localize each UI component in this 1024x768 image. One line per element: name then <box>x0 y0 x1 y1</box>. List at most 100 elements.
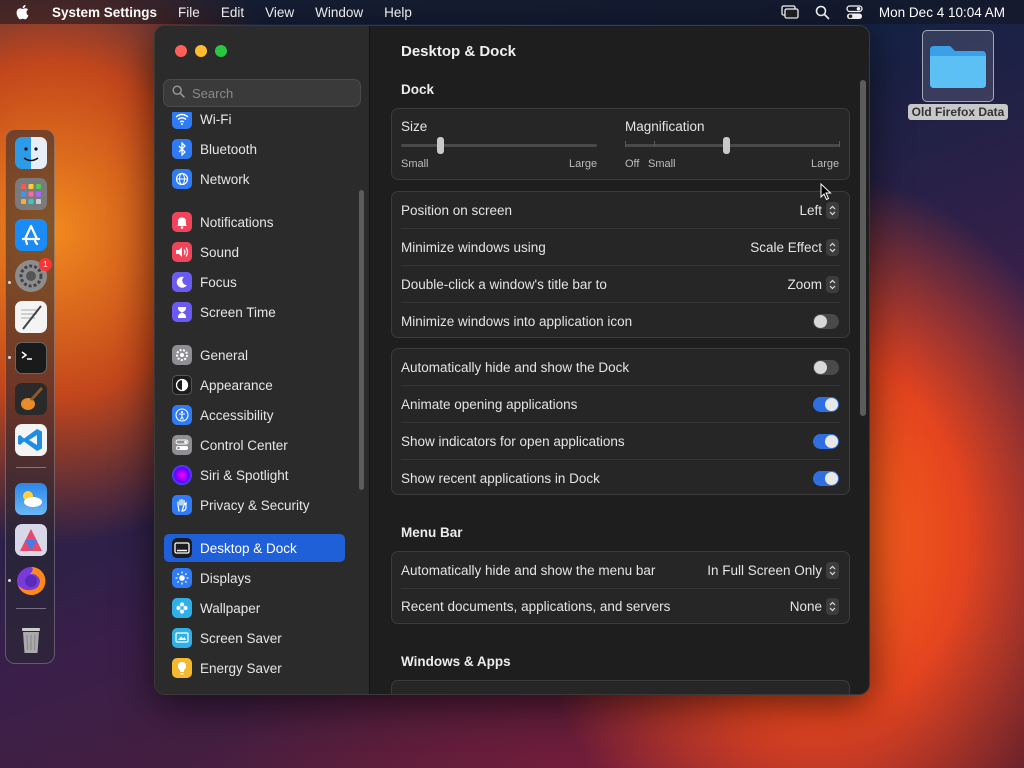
sidebar-item-privacy-security[interactable]: Privacy & Security <box>164 491 345 519</box>
bluetooth-icon <box>172 139 192 159</box>
menu-bar: System Settings File Edit View Window He… <box>0 0 1024 24</box>
select-value: None <box>789 599 822 614</box>
sidebar-item-label: Network <box>200 171 250 187</box>
row-show-recent-apps: Show recent applications in Dock <box>392 460 849 497</box>
chevron-updown-icon <box>826 562 839 579</box>
show-recent-apps-toggle[interactable] <box>813 471 839 486</box>
moon-icon <box>172 272 192 292</box>
zoom-button[interactable] <box>215 45 227 57</box>
sidebar-item-focus[interactable]: Focus <box>164 268 345 296</box>
sidebar-item-energy-saver[interactable]: Energy Saver <box>164 654 345 682</box>
menu-view[interactable]: View <box>265 5 294 20</box>
sidebar-item-wifi[interactable]: Wi-Fi <box>164 112 345 133</box>
textedit-icon[interactable] <box>15 301 47 333</box>
menu-edit[interactable]: Edit <box>221 5 244 20</box>
sidebar-item-accessibility[interactable]: Accessibility <box>164 401 345 429</box>
select-value: Left <box>799 203 822 218</box>
windows-apps-panel <box>391 680 850 694</box>
sidebar-item-screen-time[interactable]: Screen Time <box>164 298 345 326</box>
menu-file[interactable]: File <box>178 5 200 20</box>
minimize-effect-select[interactable]: Scale Effect <box>750 239 839 256</box>
desktop-folder[interactable]: Old Firefox Data <box>906 30 1010 121</box>
row-minimize-using: Minimize windows using Scale Effect <box>392 229 849 266</box>
sidebar-item-desktop-dock[interactable]: Desktop & Dock <box>164 534 345 562</box>
control-center-icon[interactable] <box>846 4 863 20</box>
sidebar-item-sound[interactable]: Sound <box>164 238 345 266</box>
trash-icon[interactable] <box>15 624 47 656</box>
show-indicators-toggle[interactable] <box>813 434 839 449</box>
spotlight-search-icon[interactable] <box>815 5 830 20</box>
row-label: Show recent applications in Dock <box>401 471 600 486</box>
search-field[interactable] <box>163 79 361 107</box>
sidebar-item-label: Bluetooth <box>200 141 258 157</box>
dock-behavior-panel: Automatically hide and show the Dock Ani… <box>391 348 850 495</box>
magnification-slider-thumb[interactable] <box>722 137 730 154</box>
magnification-slider[interactable] <box>625 144 840 147</box>
size-slider[interactable] <box>401 144 597 147</box>
screen-mirroring-icon[interactable] <box>781 5 799 19</box>
launchpad-icon[interactable] <box>15 178 47 210</box>
mag-max-label: Large <box>811 158 840 170</box>
sidebar-item-label: Notifications <box>200 214 274 230</box>
minimize-into-icon-toggle[interactable] <box>813 314 839 329</box>
vscode-icon[interactable] <box>15 424 47 456</box>
minimize-button[interactable] <box>195 45 207 57</box>
sidebar-item-bluetooth[interactable]: Bluetooth <box>164 135 345 163</box>
sidebar-item-appearance[interactable]: Appearance <box>164 371 345 399</box>
search-input[interactable] <box>192 85 352 101</box>
apple-menu-icon[interactable] <box>16 4 38 20</box>
app-menu[interactable]: System Settings <box>52 5 157 20</box>
sidebar-item-notifications[interactable]: Notifications <box>164 208 345 236</box>
dock-separator <box>16 608 46 609</box>
row-show-indicators: Show indicators for open applications <box>392 423 849 460</box>
toggle-knob <box>814 315 827 328</box>
menu-help[interactable]: Help <box>384 5 412 20</box>
sidebar-item-label: Siri & Spotlight <box>200 467 289 483</box>
content-scrollbar[interactable] <box>860 80 866 416</box>
garageband-icon[interactable] <box>15 383 47 415</box>
row-label: Automatically hide and show the menu bar <box>401 563 656 578</box>
sidebar-item-wallpaper[interactable]: Wallpaper <box>164 594 345 622</box>
double-click-select[interactable]: Zoom <box>787 276 839 293</box>
chevron-updown-icon <box>826 276 839 293</box>
sidebar-item-label: Screen Time <box>200 304 276 320</box>
weather-icon[interactable] <box>15 483 47 515</box>
sidebar-item-siri-spotlight[interactable]: Siri & Spotlight <box>164 461 345 489</box>
running-indicator <box>8 579 11 582</box>
menu-clock[interactable]: Mon Dec 4 10:04 AM <box>879 5 1005 20</box>
affinity-icon[interactable] <box>15 524 47 556</box>
siri-icon <box>172 465 192 485</box>
firefox-icon[interactable] <box>15 565 47 597</box>
sidebar-item-screen-saver[interactable]: Screen Saver <box>164 624 345 652</box>
toggle-knob <box>825 398 838 411</box>
section-windows-apps: Windows & Apps <box>401 654 511 669</box>
toggle-knob <box>814 361 827 374</box>
autohide-dock-toggle[interactable] <box>813 360 839 375</box>
row-recent-documents: Recent documents, applications, and serv… <box>392 588 849 625</box>
row-label: Minimize windows into application icon <box>401 314 633 329</box>
close-button[interactable] <box>175 45 187 57</box>
recent-documents-select[interactable]: None <box>790 598 839 615</box>
mag-off-label: Off <box>625 158 640 170</box>
hourglass-icon <box>172 302 192 322</box>
page-title: Desktop & Dock <box>401 43 517 60</box>
size-slider-thumb[interactable] <box>436 137 444 154</box>
menu-window[interactable]: Window <box>315 5 363 20</box>
sidebar-item-label: General <box>200 347 249 363</box>
row-label: Show indicators for open applications <box>401 434 625 449</box>
running-indicator <box>8 356 11 359</box>
mag-min-label: Small <box>648 158 676 170</box>
animate-opening-toggle[interactable] <box>813 397 839 412</box>
sidebar-item-general[interactable]: General <box>164 341 345 369</box>
sidebar-item-displays[interactable]: Displays <box>164 564 345 592</box>
sidebar-scrollbar[interactable] <box>359 190 364 490</box>
slider-tick <box>625 141 626 147</box>
app-store-icon[interactable] <box>15 219 47 251</box>
row-autohide-menu-bar: Automatically hide and show the menu bar… <box>392 552 849 589</box>
sidebar-item-control-center[interactable]: Control Center <box>164 431 345 459</box>
desktop-folder-label: Old Firefox Data <box>907 104 1009 120</box>
sidebar-item-network[interactable]: Network <box>164 165 345 193</box>
terminal-icon[interactable] <box>15 342 47 374</box>
finder-icon[interactable] <box>15 137 47 169</box>
autohide-menu-bar-select[interactable]: In Full Screen Only <box>707 562 839 579</box>
